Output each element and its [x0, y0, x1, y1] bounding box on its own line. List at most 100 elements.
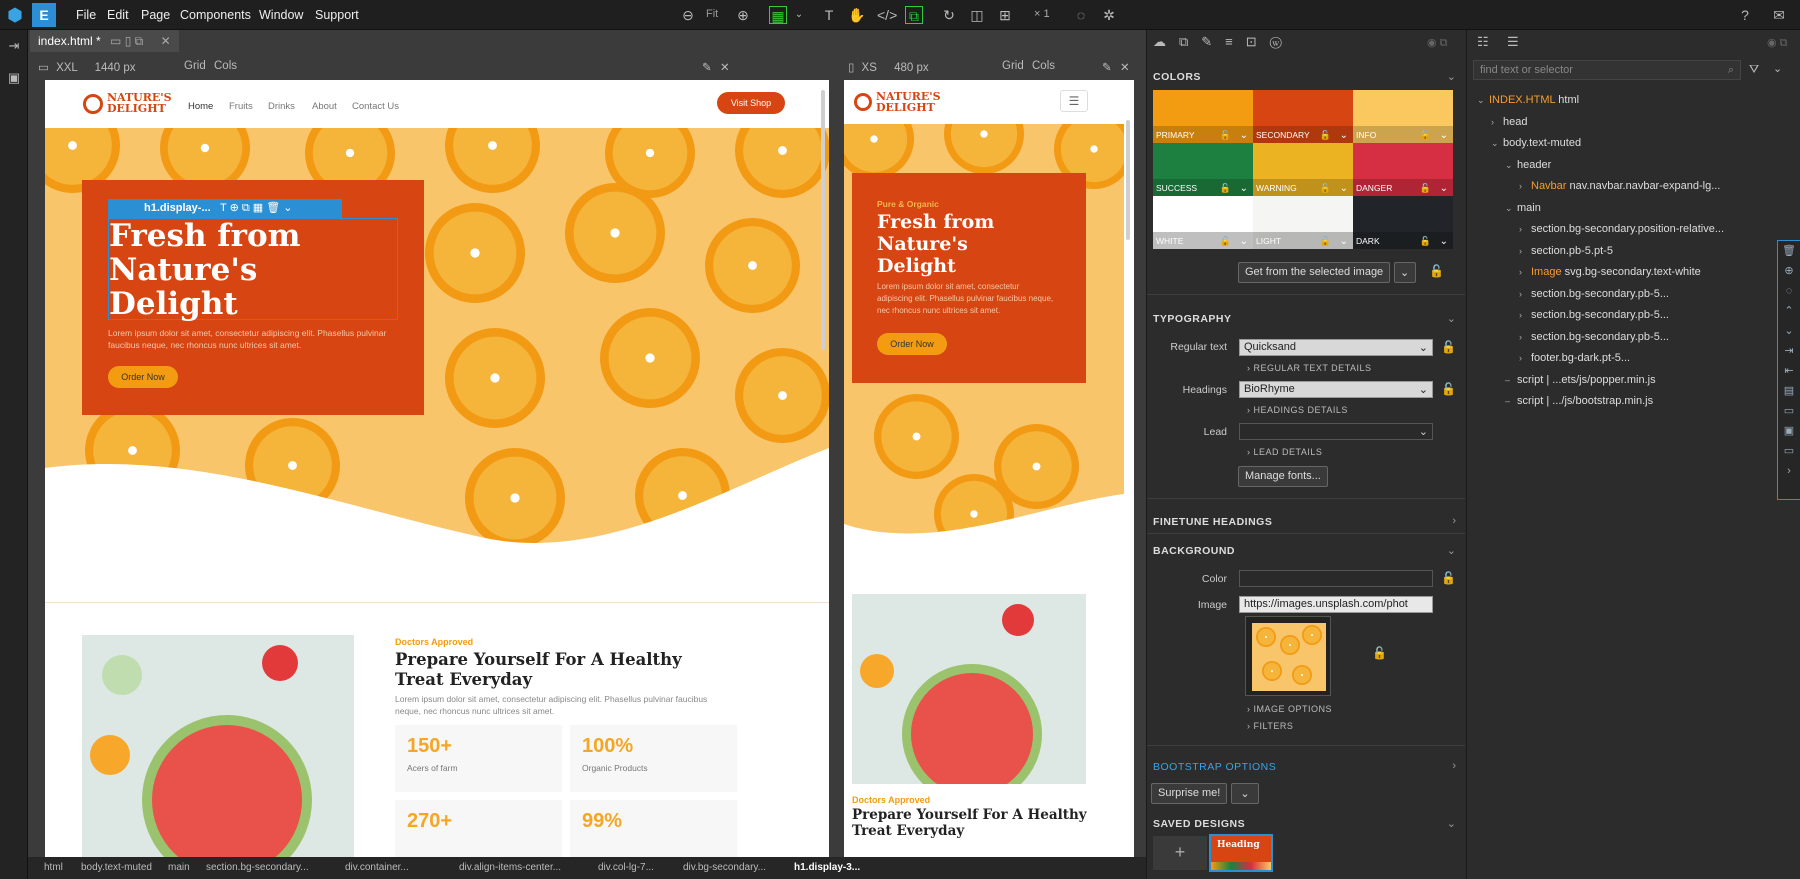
chevron-right-icon[interactable]: › [1519, 353, 1531, 363]
hide-icon[interactable]: ◌ [1072, 6, 1090, 24]
chevron-right-icon[interactable]: › [1519, 289, 1531, 299]
tree-search-input[interactable]: find text or selector ⌕ [1473, 60, 1741, 80]
multiplier-label[interactable]: × 1 [1034, 8, 1050, 20]
preview-icon[interactable]: ◫ [968, 6, 986, 24]
chevron-right-icon[interactable]: › [1519, 310, 1531, 320]
site-logo[interactable]: NATURE'S DELIGHT [107, 92, 172, 114]
chevron-down-icon[interactable]: ⌄ [1240, 130, 1248, 141]
selected-tag-label[interactable]: h1.display-... [144, 202, 211, 214]
breadcrumb-item[interactable]: body.text-muted [81, 862, 152, 873]
filters-toggle[interactable]: › FILTERS [1247, 721, 1293, 731]
lock-icon[interactable]: 🔓 [1220, 183, 1231, 194]
saved-design-thumbnail[interactable]: Heading [1209, 834, 1273, 872]
menu-support[interactable]: Support [315, 8, 359, 22]
bootstrap-options-title[interactable]: BOOTSTRAP OPTIONS [1153, 761, 1276, 773]
menu-components[interactable]: Components [180, 8, 251, 22]
tree-row[interactable]: › Navbar nav.navbar.navbar-expand-lg... [1519, 180, 1720, 192]
image-thumbnail-frame[interactable] [1245, 616, 1331, 696]
element-toolbar[interactable]: h1.display-... T ⊕ ⧉ ▦ 🗑 ⌄ [108, 199, 342, 219]
help-icon[interactable]: ? [1736, 6, 1754, 24]
headings-details-toggle[interactable]: › HEADINGS DETAILS [1247, 405, 1348, 415]
color-swatch-info[interactable]: INFO 🔓 ⌄ [1353, 90, 1453, 143]
regular-text-details-toggle[interactable]: › REGULAR TEXT DETAILS [1247, 363, 1372, 373]
order-now-button-xs[interactable]: Order Now [877, 333, 947, 355]
breadcrumb-item[interactable]: div.container... [345, 862, 409, 873]
chevron-right-icon[interactable]: › [1519, 181, 1531, 191]
surprise-me-button[interactable]: Surprise me! [1151, 783, 1228, 804]
view-width[interactable]: 1440 px [95, 62, 136, 74]
filter-icon[interactable]: ⛛ [1749, 62, 1759, 77]
view-size-xs[interactable]: XS [862, 62, 877, 74]
tree-tab-icon[interactable]: ☰ [1507, 34, 1519, 50]
color-swatch-white[interactable]: WHITE 🔓 ⌄ [1153, 196, 1253, 249]
zoom-in-icon[interactable]: ⊕ [734, 6, 752, 24]
color-swatch-warning[interactable]: WARNING 🔓 ⌄ [1253, 143, 1353, 196]
hero-card-xs[interactable]: Pure & Organic Fresh from Nature's Delig… [852, 173, 1086, 383]
chevron-down-icon[interactable]: ⌄ [1773, 62, 1782, 75]
typography-section-title[interactable]: TYPOGRAPHY [1153, 313, 1232, 325]
zoom-fit-label[interactable]: Fit [706, 8, 718, 20]
close-tab-icon[interactable]: ✕ [161, 34, 171, 48]
tree-row[interactable]: › section.bg-secondary.pb-5... [1519, 288, 1669, 300]
colors-section-title[interactable]: COLORS [1153, 71, 1201, 83]
site-logo[interactable]: NATURE'S DELIGHT [876, 91, 941, 113]
lock-icon[interactable]: 🔓 [1441, 571, 1456, 585]
get-from-image-button[interactable]: Get from the selected image [1238, 262, 1391, 283]
add-design-button[interactable]: + [1153, 836, 1207, 870]
nav-fruits[interactable]: Fruits [229, 101, 253, 112]
chevron-down-icon[interactable]: ⌄ [1394, 262, 1416, 283]
breadcrumb-item[interactable]: html [44, 862, 63, 873]
dash-icon[interactable]: – [1505, 375, 1517, 385]
nav-about[interactable]: About [312, 101, 337, 112]
chevron-down-icon[interactable]: ⌄ [1477, 95, 1489, 106]
tree-row[interactable]: ⌄ header [1505, 159, 1551, 171]
chevron-down-icon[interactable]: ⌄ [1440, 130, 1448, 141]
lead-select[interactable]: ⌄ [1239, 423, 1433, 440]
breadcrumb-item[interactable]: div.bg-secondary... [683, 862, 766, 873]
nav-drinks[interactable]: Drinks [268, 101, 295, 112]
manage-fonts-button[interactable]: Manage fonts... [1238, 466, 1328, 487]
breadcrumb-item[interactable]: div.col-lg-7... [598, 862, 654, 873]
breadcrumb-item[interactable]: main [168, 862, 190, 873]
app-logo-icon[interactable]: ⬢ [4, 4, 26, 26]
panel-tab-icons[interactable]: ☁⧉✎≡⊡ⓦ [1153, 34, 1295, 50]
chevron-down-icon[interactable]: ⌄ [1505, 160, 1517, 171]
large-page-preview[interactable]: NATURE'S DELIGHT Home Fruits Drinks Abou… [45, 80, 829, 875]
nav-home[interactable]: Home [188, 101, 213, 112]
chevron-down-icon[interactable]: ⌄ [1440, 183, 1448, 194]
lead-details-toggle[interactable]: › LEAD DETAILS [1247, 447, 1322, 457]
lock-icon[interactable]: 🔓 [1372, 646, 1387, 660]
refresh-icon[interactable]: ↻ [940, 6, 958, 24]
menu-window[interactable]: Window [259, 8, 303, 22]
headings-select[interactable]: BioRhyme ⌄ [1239, 381, 1433, 398]
color-swatch-light[interactable]: LIGHT 🔓 ⌄ [1253, 196, 1353, 249]
toolbar-icons[interactable]: 🗑 ⊕ ◌ ⌃ ⌄ ⇥ ⇤ ▤ ▭ ▣ ▭ › [1778, 241, 1800, 481]
tree-row[interactable]: – script | .../js/bootstrap.min.js [1505, 395, 1653, 407]
monitor-icon[interactable]: ▭ [38, 62, 49, 74]
hero-title-xs[interactable]: Fresh from Nature's Delight [877, 211, 994, 277]
tree-row[interactable]: › footer.bg-dark.pt-5... [1519, 352, 1630, 364]
chevron-down-icon[interactable]: ⌄ [1240, 236, 1248, 247]
tree-row[interactable]: ⌄ body.text-muted [1491, 137, 1581, 149]
menu-file[interactable]: File [76, 8, 96, 22]
tree-row[interactable]: ⌄ INDEX.HTML html [1477, 94, 1579, 106]
small-page-preview[interactable]: NATURE'S DELIGHT ☰ Pure & Organic Fresh … [844, 80, 1134, 875]
color-swatch-primary[interactable]: PRIMARY 🔓 ⌄ [1153, 90, 1253, 143]
chevron-down-icon[interactable]: ⌄ [1340, 130, 1348, 141]
scrollbar[interactable] [821, 90, 825, 350]
menu-edit[interactable]: Edit [107, 8, 129, 22]
tree-row[interactable]: › Image svg.bg-secondary.text-white [1519, 266, 1701, 278]
chevron-down-icon[interactable]: ⌄ [1505, 203, 1517, 214]
color-swatch-success[interactable]: SUCCESS 🔓 ⌄ [1153, 143, 1253, 196]
chevron-right-icon[interactable]: › [1519, 224, 1531, 234]
close-view-icon[interactable]: ✕ [1120, 60, 1130, 74]
chevron-down-icon[interactable]: ⌄ [1447, 817, 1456, 830]
chevron-down-icon[interactable]: ⌄ [1447, 312, 1456, 325]
chevron-down-icon[interactable]: ⌄ [1240, 183, 1248, 194]
chevron-down-icon[interactable]: ⌄ [1491, 138, 1503, 149]
chevron-right-icon[interactable]: › [1491, 117, 1503, 127]
breadcrumb-item[interactable]: section.bg-secondary... [206, 862, 309, 873]
chevron-right-icon[interactable]: › [1452, 760, 1456, 772]
view-size[interactable]: XXL [56, 62, 77, 74]
lock-icon[interactable]: 🔓 [1420, 130, 1431, 141]
